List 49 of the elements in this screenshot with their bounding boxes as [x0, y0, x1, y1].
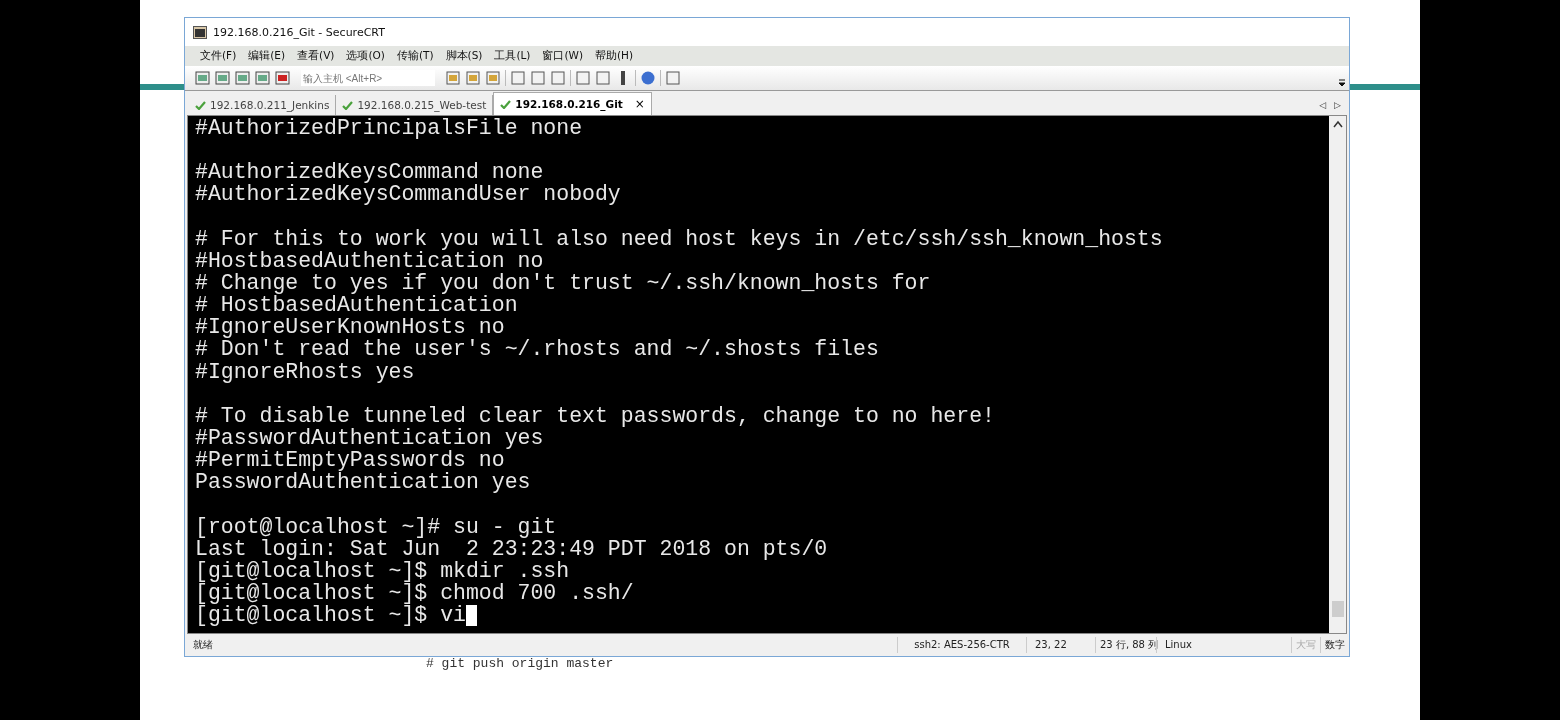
terminal-line: [git@localhost ~]$ chmod 700 .ssh/ — [195, 581, 634, 605]
tab-scroll-button[interactable]: ▷ — [1334, 100, 1341, 110]
close-button[interactable]: × — [634, 97, 645, 111]
terminal-line: # HostbasedAuthentication — [195, 294, 518, 317]
menu-item[interactable]: 查看(V) — [292, 49, 342, 63]
check-icon — [342, 100, 354, 110]
terminal-line: #IgnoreUserKnownHosts no — [195, 316, 505, 339]
scroll-thumb[interactable] — [1331, 601, 1344, 617]
session-tab[interactable]: 192.168.0.216_Git × — [493, 92, 652, 115]
terminal-line: #PasswordAuthentication yes — [195, 426, 544, 450]
terminal-line: [root@localhost ~]# su - git — [195, 515, 557, 538]
terminal-line: [git@localhost ~]$ vi — [195, 604, 466, 627]
status-message: 就绪 — [192, 638, 214, 652]
terminal-line: PasswordAuthentication yes — [195, 471, 531, 494]
toolbar-overflow-icon[interactable] — [1338, 79, 1346, 87]
terminal-icon — [193, 25, 207, 39]
terminal-line: #IgnoreRhosts yes — [195, 360, 415, 383]
terminal-line: [git@localhost ~]$ mkdir .ssh — [195, 559, 570, 582]
terminal-line: # For this to work you will also need host keys in /etc/ssh/ssh_known_hosts — [195, 227, 1163, 250]
cursor — [465, 604, 477, 626]
check-icon — [195, 100, 206, 110]
code-line: # git push origin master — [426, 656, 614, 671]
terminal-line: #PermitEmptyPasswords no — [195, 449, 505, 472]
tab-scroll-button[interactable]: ◁ — [1319, 100, 1327, 110]
key-indicator: 数字 — [1320, 637, 1349, 653]
terminal-line: #AuthorizedPrincipalsFile none — [195, 117, 583, 140]
menu-item[interactable]: 脚本(S) — [440, 49, 490, 63]
menu-item[interactable]: 文件(F) — [195, 49, 244, 63]
scroll-up-icon[interactable] — [1332, 120, 1343, 128]
window-title: 192.168.0.216_Git - SecureCRT — [213, 25, 385, 39]
menu-item[interactable]: 选项(O) — [341, 49, 392, 63]
menu-item[interactable]: 窗口(W) — [537, 49, 590, 63]
terminal-line: #HostbasedAuthentication no — [195, 249, 544, 272]
host-input-field[interactable]: 输入主机 <Alt+R> — [301, 70, 435, 86]
check-icon — [500, 99, 512, 109]
os-status: Linux — [1156, 637, 1291, 653]
terminal-line: #AuthorizedKeysCommand none — [195, 161, 544, 184]
cursor-position: 23, 22 — [1026, 637, 1095, 653]
terminal-line: Last login: Sat Jun 2 23:23:49 PDT 2018 on pts/0 — [195, 537, 828, 560]
menu-item[interactable]: 传输(T) — [391, 49, 441, 63]
terminal-line: # Change to yes if you don't trust ~/.ssh/known_hosts for — [195, 272, 931, 295]
cipher-status: ssh2: AES-256-CTR — [897, 637, 1026, 653]
menu-item[interactable]: 工具(L) — [489, 49, 538, 63]
terminal-line: # Don't read the user's ~/.rhosts and ~/.shosts files — [195, 338, 879, 361]
terminal-line: # To disable tunneled clear text passwords, change to no here! — [195, 404, 995, 427]
menu-item[interactable]: 帮助(H) — [590, 49, 641, 63]
menu-item[interactable]: 编辑(E) — [243, 49, 293, 63]
scrollbar[interactable] — [1329, 116, 1346, 633]
terminal-line: #AuthorizedKeysCommandUser nobody — [195, 183, 621, 206]
